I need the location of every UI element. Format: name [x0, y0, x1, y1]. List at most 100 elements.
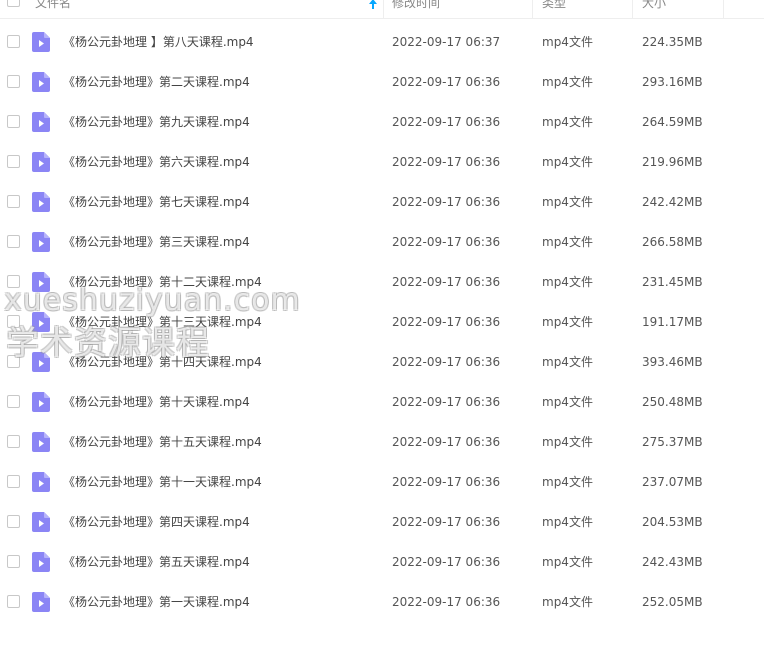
row-checkbox[interactable] — [7, 595, 20, 608]
file-modified: 2022-09-17 06:36 — [392, 475, 501, 489]
file-type: mp4文件 — [542, 435, 593, 449]
column-divider[interactable] — [383, 0, 384, 18]
file-modified: 2022-09-17 06:36 — [392, 555, 501, 569]
file-modified: 2022-09-17 06:36 — [392, 115, 501, 129]
file-name[interactable]: 《杨公元卦地理》第九天课程.mp4 — [63, 102, 250, 142]
file-name[interactable]: 《杨公元卦地理》第一天课程.mp4 — [63, 582, 250, 622]
file-row[interactable]: 《杨公元卦地理》第七天课程.mp4 2022-09-17 06:36 mp4文件 24… — [0, 182, 764, 222]
row-checkbox[interactable] — [7, 195, 20, 208]
row-checkbox[interactable] — [7, 395, 20, 408]
file-type: mp4文件 — [542, 35, 593, 49]
sort-up-arrow-icon[interactable] — [368, 0, 378, 10]
file-name[interactable]: 《杨公元卦地理》第十一天课程.mp4 — [63, 462, 262, 502]
file-size: 191.17MB — [642, 315, 703, 329]
file-modified: 2022-09-17 06:36 — [392, 235, 501, 249]
row-checkbox[interactable] — [7, 515, 20, 528]
video-file-icon — [32, 32, 50, 52]
file-size: 252.05MB — [642, 595, 703, 609]
file-size: 250.48MB — [642, 395, 703, 409]
row-checkbox[interactable] — [7, 315, 20, 328]
file-row[interactable]: 《杨公元卦地理》第一天课程.mp4 2022-09-17 06:36 mp4文件 25… — [0, 582, 764, 622]
file-name[interactable]: 《杨公元卦地理》第五天课程.mp4 — [63, 542, 250, 582]
video-file-icon — [32, 72, 50, 92]
file-modified: 2022-09-17 06:36 — [392, 515, 501, 529]
file-type: mp4文件 — [542, 275, 593, 289]
file-size: 204.53MB — [642, 515, 703, 529]
video-file-icon — [32, 112, 50, 132]
file-type: mp4文件 — [542, 75, 593, 89]
file-size: 393.46MB — [642, 355, 703, 369]
video-file-icon — [32, 512, 50, 532]
file-modified: 2022-09-17 06:36 — [392, 435, 501, 449]
file-type: mp4文件 — [542, 235, 593, 249]
column-divider[interactable] — [532, 0, 533, 18]
video-file-icon — [32, 472, 50, 492]
file-name[interactable]: 《杨公元卦地理》第三天课程.mp4 — [63, 222, 250, 262]
video-file-icon — [32, 312, 50, 332]
file-row[interactable]: 《杨公元卦地理》第六天课程.mp4 2022-09-17 06:36 mp4文件 21… — [0, 142, 764, 182]
column-divider[interactable] — [632, 0, 633, 18]
file-size: 293.16MB — [642, 75, 703, 89]
file-name[interactable]: 《杨公元卦地理》第十二天课程.mp4 — [63, 262, 262, 302]
column-header-modified[interactable]: 修改时间 — [392, 0, 440, 15]
column-header-name[interactable]: 文件名 — [35, 0, 71, 15]
file-row[interactable]: 《杨公元卦地理》第十四天课程.mp4 2022-09-17 06:36 mp4文件 3… — [0, 342, 764, 382]
file-row[interactable]: 《杨公元卦地理》第二天课程.mp4 2022-09-17 06:36 mp4文件 29… — [0, 62, 764, 102]
file-modified: 2022-09-17 06:36 — [392, 315, 501, 329]
file-type: mp4文件 — [542, 555, 593, 569]
file-row[interactable]: 《杨公元卦地理》第五天课程.mp4 2022-09-17 06:36 mp4文件 24… — [0, 542, 764, 582]
file-name[interactable]: 《杨公元卦地理》第六天课程.mp4 — [63, 142, 250, 182]
file-type: mp4文件 — [542, 515, 593, 529]
file-modified: 2022-09-17 06:36 — [392, 395, 501, 409]
file-type: mp4文件 — [542, 315, 593, 329]
row-checkbox[interactable] — [7, 115, 20, 128]
file-modified: 2022-09-17 06:37 — [392, 35, 501, 49]
video-file-icon — [32, 592, 50, 612]
file-size: 237.07MB — [642, 475, 703, 489]
file-type: mp4文件 — [542, 475, 593, 489]
file-type: mp4文件 — [542, 355, 593, 369]
row-checkbox[interactable] — [7, 275, 20, 288]
file-row[interactable]: 《杨公元卦地理》第九天课程.mp4 2022-09-17 06:36 mp4文件 26… — [0, 102, 764, 142]
row-checkbox[interactable] — [7, 475, 20, 488]
file-name[interactable]: 《杨公元卦地理》第四天课程.mp4 — [63, 502, 250, 542]
file-row[interactable]: 《杨公元卦地理》第十一天课程.mp4 2022-09-17 06:36 mp4文件 2… — [0, 462, 764, 502]
file-row[interactable]: 《杨公元卦地理》第十二天课程.mp4 2022-09-17 06:36 mp4文件 2… — [0, 262, 764, 302]
file-modified: 2022-09-17 06:36 — [392, 155, 501, 169]
video-file-icon — [32, 432, 50, 452]
row-checkbox[interactable] — [7, 35, 20, 48]
file-name[interactable]: 《杨公元卦地理》第十五天课程.mp4 — [63, 422, 262, 462]
file-size: 275.37MB — [642, 435, 703, 449]
file-row[interactable]: 《杨公元卦地理》第十三天课程.mp4 2022-09-17 06:36 mp4文件 1… — [0, 302, 764, 342]
file-name[interactable]: 《杨公元卦地理 】第八天课程.mp4 — [63, 22, 254, 62]
video-file-icon — [32, 232, 50, 252]
column-header-size[interactable]: 大小 — [642, 0, 666, 15]
file-row[interactable]: 《杨公元卦地理》第三天课程.mp4 2022-09-17 06:36 mp4文件 26… — [0, 222, 764, 262]
file-type: mp4文件 — [542, 395, 593, 409]
row-checkbox[interactable] — [7, 75, 20, 88]
file-row[interactable]: 《杨公元卦地理 】第八天课程.mp4 2022-09-17 06:37 mp4文件 2… — [0, 22, 764, 62]
file-name[interactable]: 《杨公元卦地理》第七天课程.mp4 — [63, 182, 250, 222]
file-name[interactable]: 《杨公元卦地理》第十三天课程.mp4 — [63, 302, 262, 342]
video-file-icon — [32, 192, 50, 212]
file-row[interactable]: 《杨公元卦地理》第十天课程.mp4 2022-09-17 06:36 mp4文件 25… — [0, 382, 764, 422]
file-name[interactable]: 《杨公元卦地理》第二天课程.mp4 — [63, 62, 250, 102]
file-type: mp4文件 — [542, 155, 593, 169]
column-divider[interactable] — [723, 0, 724, 18]
file-modified: 2022-09-17 06:36 — [392, 275, 501, 289]
file-size: 266.58MB — [642, 235, 703, 249]
row-checkbox[interactable] — [7, 555, 20, 568]
video-file-icon — [32, 272, 50, 292]
column-header-type[interactable]: 类型 — [542, 0, 566, 15]
select-all-checkbox[interactable] — [7, 0, 20, 7]
row-checkbox[interactable] — [7, 435, 20, 448]
file-modified: 2022-09-17 06:36 — [392, 75, 501, 89]
file-row[interactable]: 《杨公元卦地理》第四天课程.mp4 2022-09-17 06:36 mp4文件 20… — [0, 502, 764, 542]
row-checkbox[interactable] — [7, 235, 20, 248]
row-checkbox[interactable] — [7, 155, 20, 168]
file-type: mp4文件 — [542, 195, 593, 209]
row-checkbox[interactable] — [7, 355, 20, 368]
file-name[interactable]: 《杨公元卦地理》第十天课程.mp4 — [63, 382, 250, 422]
file-row[interactable]: 《杨公元卦地理》第十五天课程.mp4 2022-09-17 06:36 mp4文件 2… — [0, 422, 764, 462]
file-name[interactable]: 《杨公元卦地理》第十四天课程.mp4 — [63, 342, 262, 382]
